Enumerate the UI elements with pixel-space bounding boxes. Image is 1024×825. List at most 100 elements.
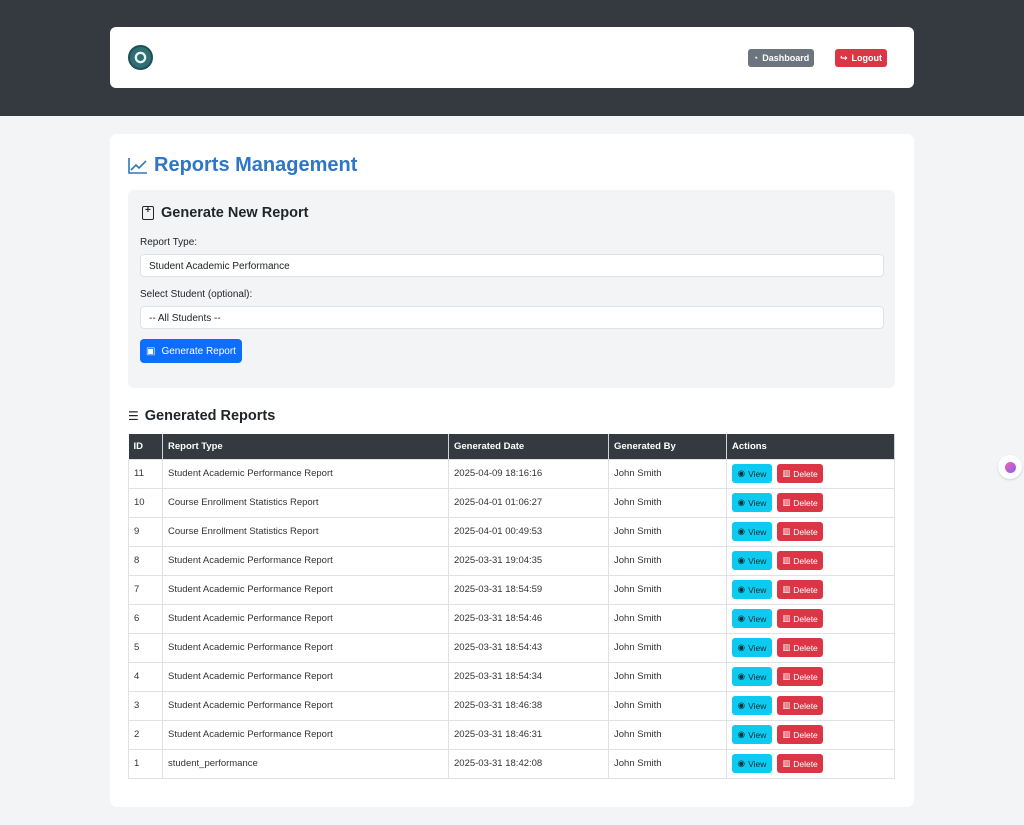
delete-report-button[interactable]: ▥ Delete (777, 580, 823, 599)
eye-icon: ◉ (737, 555, 746, 565)
report-id-cell: 4 (128, 661, 163, 692)
report-type-label: Report Type: (140, 237, 198, 248)
view-report-button[interactable]: ◉ View (732, 609, 772, 628)
report-type-cell: Student Academic Performance Report (162, 632, 449, 663)
view-report-button[interactable]: ◉ View (732, 725, 772, 744)
table-row: 10 Course Enrollment Statistics Report 202… (128, 487, 895, 518)
delete-label: Delete (793, 468, 818, 479)
select-student-label: Select Student (optional): (140, 289, 253, 300)
eye-icon: ◉ (737, 613, 746, 623)
dashboard-label: Dashboard (762, 53, 810, 63)
report-type-cell: Student Academic Performance Report (162, 661, 449, 692)
logo[interactable] (128, 45, 153, 70)
delete-report-button[interactable]: ▥ Delete (777, 696, 823, 715)
report-date-cell: 2025-03-31 18:54:59 (448, 574, 609, 605)
view-label: View (748, 642, 767, 653)
floating-assistant-button[interactable] (998, 455, 1022, 479)
trash-icon: ▥ (782, 613, 791, 623)
report-by-cell: John Smith (608, 748, 727, 779)
view-report-button[interactable]: ◉ View (732, 667, 772, 686)
view-report-button[interactable]: ◉ View (732, 580, 772, 599)
line-chart-icon (128, 158, 147, 174)
delete-report-button[interactable]: ▥ Delete (777, 493, 823, 512)
table-row: 3 Student Academic Performance Report 2025… (128, 690, 895, 721)
eye-icon: ◉ (737, 497, 746, 507)
delete-label: Delete (793, 584, 818, 595)
table-row: 1 student_performance 2025-03-31 18:42:08 J… (128, 748, 895, 779)
dashboard-button[interactable]: ◔ Dashboard (748, 49, 814, 67)
actions-cell: ◉ View ▥ Delete (726, 661, 895, 692)
report-by-cell: John Smith (608, 632, 727, 663)
generated-reports-title-text: Generated Reports (144, 408, 276, 424)
report-type-cell: Student Academic Performance Report (162, 603, 449, 634)
eye-icon: ◉ (737, 671, 746, 681)
delete-report-button[interactable]: ▥ Delete (777, 609, 823, 628)
view-report-button[interactable]: ◉ View (732, 493, 772, 512)
view-label: View (748, 584, 767, 595)
table-row: 2 Student Academic Performance Report 2025… (128, 719, 895, 750)
report-date-cell: 2025-04-01 00:49:53 (448, 516, 609, 547)
report-by-cell: John Smith (608, 545, 727, 576)
report-by-cell: John Smith (608, 690, 727, 721)
report-by-cell: John Smith (608, 487, 727, 518)
logout-button[interactable]: ↪ Logout (835, 49, 887, 67)
report-type-cell: Student Academic Performance Report (162, 458, 449, 489)
actions-cell: ◉ View ▥ Delete (726, 458, 895, 489)
actions-cell: ◉ View ▥ Delete (726, 690, 895, 721)
report-type-cell: Course Enrollment Statistics Report (162, 487, 449, 518)
view-label: View (748, 758, 767, 769)
view-report-button[interactable]: ◉ View (732, 464, 772, 483)
view-report-button[interactable]: ◉ View (732, 522, 772, 541)
report-by-cell: John Smith (608, 516, 727, 547)
view-label: View (748, 671, 767, 682)
table-header-row: ID Report Type Generated Date Generated … (128, 434, 895, 459)
student-select[interactable]: -- All Students -- (140, 306, 884, 329)
view-report-button[interactable]: ◉ View (732, 551, 772, 570)
generate-report-button[interactable]: ▣ Generate Report (140, 339, 242, 363)
eye-icon: ◉ (737, 526, 746, 536)
view-label: View (748, 497, 767, 508)
view-label: View (748, 729, 767, 740)
report-by-cell: John Smith (608, 719, 727, 750)
report-type-cell: Student Academic Performance Report (162, 574, 449, 605)
delete-report-button[interactable]: ▥ Delete (777, 725, 823, 744)
trash-icon: ▥ (782, 758, 791, 768)
report-by-cell: John Smith (608, 661, 727, 692)
report-type-cell: student_performance (162, 748, 449, 779)
delete-report-button[interactable]: ▥ Delete (777, 638, 823, 657)
report-type-select[interactable]: Student Academic Performance (140, 254, 884, 277)
report-date-cell: 2025-03-31 18:54:43 (448, 632, 609, 663)
view-report-button[interactable]: ◉ View (732, 638, 772, 657)
view-report-button[interactable]: ◉ View (732, 754, 772, 773)
trash-icon: ▥ (782, 526, 791, 536)
delete-report-button[interactable]: ▥ Delete (777, 667, 823, 686)
actions-cell: ◉ View ▥ Delete (726, 719, 895, 750)
report-date-cell: 2025-03-31 19:04:35 (448, 545, 609, 576)
delete-report-button[interactable]: ▥ Delete (777, 464, 823, 483)
report-id-cell: 11 (128, 458, 163, 489)
column-header: Generated By (608, 434, 727, 459)
view-report-button[interactable]: ◉ View (732, 696, 772, 715)
delete-label: Delete (793, 613, 818, 624)
report-date-cell: 2025-04-09 18:16:16 (448, 458, 609, 489)
table-row: 11 Student Academic Performance Report 202… (128, 458, 895, 489)
speedometer-icon: ◔ (752, 52, 759, 63)
report-type-cell: Course Enrollment Statistics Report (162, 516, 449, 547)
report-id-cell: 7 (128, 574, 163, 605)
delete-report-button[interactable]: ▥ Delete (777, 754, 823, 773)
actions-cell: ◉ View ▥ Delete (726, 516, 895, 547)
delete-report-button[interactable]: ▥ Delete (777, 551, 823, 570)
file-plus-icon: ▣ (146, 345, 156, 357)
view-label: View (748, 526, 767, 537)
report-id-cell: 3 (128, 690, 163, 721)
report-date-cell: 2025-03-31 18:42:08 (448, 748, 609, 779)
trash-icon: ▥ (782, 555, 791, 565)
report-type-cell: Student Academic Performance Report (162, 545, 449, 576)
trash-icon: ▥ (782, 729, 791, 739)
report-date-cell: 2025-03-31 18:54:34 (448, 661, 609, 692)
report-id-cell: 10 (128, 487, 163, 518)
report-by-cell: John Smith (608, 603, 727, 634)
delete-report-button[interactable]: ▥ Delete (777, 522, 823, 541)
report-id-cell: 5 (128, 632, 163, 663)
actions-cell: ◉ View ▥ Delete (726, 632, 895, 663)
